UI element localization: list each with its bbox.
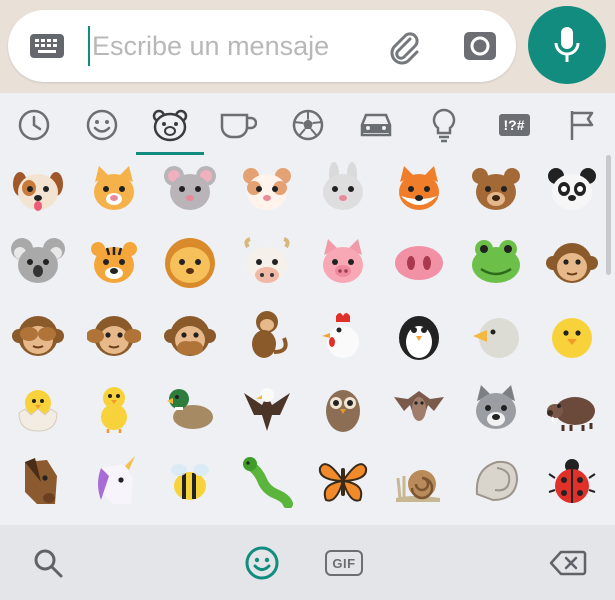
emoji-boar[interactable] [542, 378, 602, 438]
emoji-speak-no-evil-monkey[interactable] [160, 305, 220, 365]
emoji-panel: !?# GIF [0, 93, 615, 600]
emoji-honeybee[interactable] [160, 451, 220, 511]
emoji-bear-face[interactable] [466, 159, 526, 219]
emoji-hamster-face[interactable] [237, 159, 297, 219]
emoji-grid [0, 159, 603, 525]
emoji-pig-nose[interactable] [389, 232, 449, 292]
lightbulb-icon[interactable] [424, 105, 464, 145]
microphone-button[interactable] [528, 6, 606, 84]
scrollbar[interactable] [606, 155, 611, 275]
car-icon[interactable] [356, 105, 396, 145]
emoji-mouse-face[interactable] [160, 159, 220, 219]
emoji-penguin[interactable] [389, 305, 449, 365]
emoji-lady-beetle[interactable] [542, 451, 602, 511]
emoji-monkey-face[interactable] [542, 232, 602, 292]
soccer-ball-icon[interactable] [288, 105, 328, 145]
selected-category-indicator [136, 152, 204, 155]
emoji-monkey[interactable] [237, 305, 297, 365]
emoji-rabbit-face[interactable] [313, 159, 373, 219]
symbols-label: !?# [498, 114, 530, 136]
emoji-butterfly[interactable] [313, 451, 373, 511]
emoji-hatching-chick[interactable] [8, 378, 68, 438]
emoji-duck[interactable] [160, 378, 220, 438]
emoji-dog-face[interactable] [8, 159, 68, 219]
emoji-tab-icon[interactable] [242, 543, 282, 583]
emoji-spiral-shell[interactable] [466, 451, 526, 511]
emoji-baby-chick[interactable] [542, 305, 602, 365]
text-cursor [88, 26, 90, 66]
emoji-lion-face[interactable] [160, 232, 220, 292]
clock-icon[interactable] [14, 105, 54, 145]
emoji-fox-face[interactable] [389, 159, 449, 219]
backspace-icon[interactable] [548, 543, 588, 583]
message-compose-bar: Escribe un mensaje [8, 10, 516, 82]
emoji-snail[interactable] [389, 451, 449, 511]
emoji-panda-face[interactable] [542, 159, 602, 219]
emoji-owl[interactable] [313, 378, 373, 438]
emoji-wolf[interactable] [466, 378, 526, 438]
emoji-see-no-evil-monkey[interactable] [8, 305, 68, 365]
emoji-tiger-face[interactable] [84, 232, 144, 292]
microphone-icon [554, 27, 580, 62]
bear-face-icon[interactable] [150, 105, 190, 145]
emoji-front-facing-baby-chick[interactable] [84, 378, 144, 438]
emoji-horse-face[interactable] [8, 451, 68, 511]
emoji-koala[interactable] [8, 232, 68, 292]
emoji-bottom-bar: GIF [0, 525, 615, 600]
emoji-unicorn[interactable] [84, 451, 144, 511]
emoji-category-bar: !?# [0, 93, 615, 155]
emoji-bug[interactable] [237, 451, 297, 511]
emoji-cat-face[interactable] [84, 159, 144, 219]
flag-icon[interactable] [562, 105, 602, 145]
emoji-frog-face[interactable] [466, 232, 526, 292]
message-input[interactable]: Escribe un mensaje [92, 30, 329, 62]
emoji-eagle[interactable] [237, 378, 297, 438]
emoji-hear-no-evil-monkey[interactable] [84, 305, 144, 365]
paperclip-icon[interactable] [386, 30, 422, 66]
cup-icon[interactable] [218, 105, 258, 145]
camera-icon[interactable] [462, 28, 498, 64]
gif-button[interactable]: GIF [322, 543, 366, 583]
emoji-chicken[interactable] [313, 305, 373, 365]
emoji-bird[interactable] [466, 305, 526, 365]
search-icon[interactable] [28, 543, 68, 583]
emoji-bat[interactable] [389, 378, 449, 438]
keyboard-icon[interactable] [28, 32, 66, 60]
emoji-pig-face[interactable] [313, 232, 373, 292]
symbols-icon[interactable]: !?# [494, 105, 534, 145]
emoji-cow-face[interactable] [237, 232, 297, 292]
smiley-icon[interactable] [82, 105, 122, 145]
gif-label: GIF [325, 550, 363, 576]
compose-area: Escribe un mensaje [0, 0, 615, 93]
